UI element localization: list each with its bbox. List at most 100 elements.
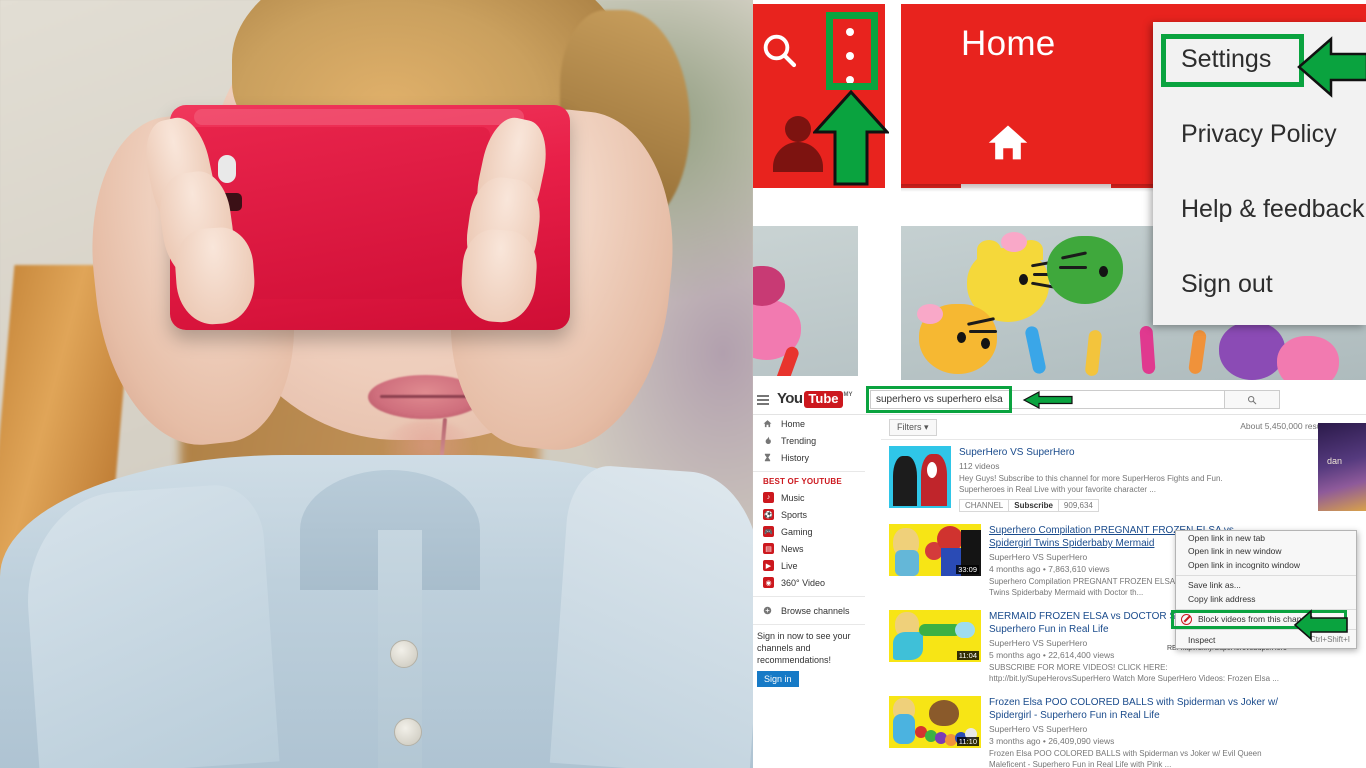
context-item-label: Copy link address — [1188, 593, 1256, 604]
video-stats: 3 months ago • 26,409,090 views — [989, 736, 1115, 746]
sidebar-item-history[interactable]: History — [753, 449, 871, 466]
sidebar-item-browse-channels[interactable]: Browse channels — [753, 602, 871, 619]
kitty-toy-green — [1047, 236, 1123, 304]
sidebar-item-news[interactable]: ▤ News — [753, 540, 871, 557]
context-copy-link-address[interactable]: Copy link address — [1176, 592, 1356, 606]
context-item-label: Save link as... — [1188, 580, 1241, 591]
sidebar-item-live[interactable]: ▶ Live — [753, 557, 871, 574]
hamburger-menu-icon[interactable] — [757, 395, 769, 405]
context-save-link-as[interactable]: Save link as... — [1176, 579, 1356, 593]
context-item-label: Inspect — [1188, 634, 1216, 645]
shirt-sleeve-right — [549, 463, 753, 768]
flame-icon — [763, 434, 779, 447]
youtube-masthead: You Tube MY superhero vs superhero elsa — [753, 386, 1366, 415]
shirt-button — [394, 718, 422, 746]
logo-you-text: You — [777, 390, 803, 407]
news-icon: ▤ — [763, 543, 774, 554]
video-duration: 33:09 — [956, 565, 979, 574]
toys-thumbnail-small — [753, 226, 858, 376]
arrow-left-annotation-search — [1022, 391, 1073, 409]
sidebar-item-music[interactable]: ♪ Music — [753, 489, 871, 506]
kitty-bow — [917, 304, 943, 324]
search-button[interactable] — [1225, 390, 1280, 409]
subscribe-button[interactable]: Subscribe — [1009, 499, 1059, 512]
search-result-video[interactable]: 11:10 Frozen Elsa POO COLORED BALLS with… — [881, 690, 1336, 768]
video-channel[interactable]: SuperHero VS SuperHero — [989, 724, 1289, 734]
shirt-button — [390, 640, 418, 668]
menu-item-privacy-policy[interactable]: Privacy Policy — [1153, 97, 1366, 172]
context-open-incognito[interactable]: Open link in incognito window — [1176, 558, 1356, 572]
video-thumbnail[interactable]: 11:04 — [889, 610, 981, 662]
home-icon[interactable] — [985, 120, 1031, 164]
video-thumbnail[interactable]: 33:09 — [889, 524, 981, 576]
menu-item-help-feedback[interactable]: Help & feedback — [1153, 172, 1366, 247]
context-open-new-tab[interactable]: Open link in new tab — [1176, 531, 1356, 545]
sidebar-section-title: BEST OF YOUTUBE — [763, 477, 842, 486]
video-meta: Frozen Elsa POO COLORED BALLS with Spide… — [989, 696, 1289, 768]
sidebar-divider — [753, 624, 865, 625]
search-icon[interactable] — [759, 30, 801, 72]
context-divider — [1176, 574, 1356, 576]
sign-in-button[interactable]: Sign in — [757, 671, 799, 687]
phone-camera-icon — [218, 155, 236, 183]
sidebar-item-label: 360° Video — [781, 577, 825, 588]
sidebar-divider — [753, 596, 865, 597]
sidebar-item-label: Music — [781, 492, 805, 503]
kitty-bow — [1001, 232, 1027, 252]
sidebar-item-label: Trending — [781, 435, 817, 446]
menu-item-label: Privacy Policy — [1181, 120, 1337, 148]
shirt-sleeve-left — [20, 481, 280, 768]
logo-region-suffix: MY — [843, 392, 853, 398]
video-duration: 11:04 — [956, 651, 979, 660]
youtube-search-area: superhero vs superhero elsa — [866, 386, 1280, 413]
kitty-toy-magenta — [753, 266, 785, 306]
sidebar-item-home[interactable]: Home — [753, 415, 871, 432]
plus-circle-icon — [763, 604, 779, 617]
sports-icon: ⚽ — [763, 509, 774, 520]
screenshot-root: Home You Tube MY superhero vs superhero … — [0, 0, 1366, 768]
music-note-icon: ♪ — [763, 492, 774, 503]
video-title[interactable]: Frozen Elsa POO COLORED BALLS with Spide… — [989, 696, 1279, 722]
sidebar-item-label: Gaming — [781, 526, 813, 537]
youtube-logo[interactable]: You Tube MY — [777, 391, 853, 408]
promo-thumbnail[interactable]: dan — [1318, 423, 1366, 511]
history-icon — [763, 451, 779, 464]
arrow-left-annotation-block — [1293, 609, 1348, 641]
channel-description: Hey Guys! Subscribe to this channel for … — [959, 474, 1223, 494]
menu-item-sign-out[interactable]: Sign out — [1153, 247, 1366, 322]
context-open-new-window[interactable]: Open link in new window — [1176, 545, 1356, 559]
sidebar-item-label: Sports — [781, 509, 808, 520]
results-toolbar: Filters ▾ About 5,450,000 results — [881, 415, 1336, 440]
channel-title[interactable]: SuperHero VS SuperHero — [959, 446, 1269, 459]
mobile-page-title: Home — [961, 24, 1056, 63]
filters-button[interactable]: Filters ▾ — [889, 419, 937, 436]
sidebar-item-sports[interactable]: ⚽ Sports — [753, 506, 871, 523]
kitty-ear — [977, 240, 1001, 260]
logo-tube-text: Tube — [804, 391, 843, 408]
phone-case-top-edge — [194, 109, 524, 125]
sidebar-item-gaming[interactable]: 🎮 Gaming — [753, 523, 871, 540]
overflow-menu-highlight-box — [826, 12, 878, 90]
sidebar-item-label: Live — [781, 560, 798, 571]
child-with-phone-photo — [0, 0, 753, 768]
channel-thumbnail[interactable] — [889, 446, 951, 508]
video-thumbnail[interactable]: 11:10 — [889, 696, 981, 748]
kitty-toy-purple — [1219, 322, 1285, 380]
video-duration: 11:10 — [956, 737, 979, 746]
360-video-icon: ◉ — [763, 577, 774, 588]
menu-item-label: Sign out — [1181, 270, 1273, 298]
youtube-sidebar: Home Trending History BEST OF YOUTUBE ♪ … — [753, 415, 871, 768]
context-item-label: Open link in new window — [1188, 546, 1282, 557]
channel-meta: SuperHero VS SuperHero 112 videos Hey Gu… — [959, 446, 1269, 512]
search-result-channel[interactable]: SuperHero VS SuperHero 112 videos Hey Gu… — [881, 440, 1336, 518]
sidebar-item-360-video[interactable]: ◉ 360° Video — [753, 574, 871, 591]
channel-badge: CHANNEL — [959, 499, 1010, 512]
toy-stick-pink — [1139, 325, 1156, 375]
video-description: Frozen Elsa POO COLORED BALLS with Spide… — [989, 749, 1262, 768]
menu-item-label: Help & feedback — [1181, 195, 1365, 223]
results-count: About 5,450,000 results — [1240, 421, 1330, 431]
settings-highlight-box — [1161, 34, 1304, 87]
gaming-icon: 🎮 — [763, 526, 774, 537]
sidebar-item-trending[interactable]: Trending — [753, 432, 871, 449]
sidebar-signin-note: Sign in now to see your channels and rec… — [757, 631, 851, 665]
